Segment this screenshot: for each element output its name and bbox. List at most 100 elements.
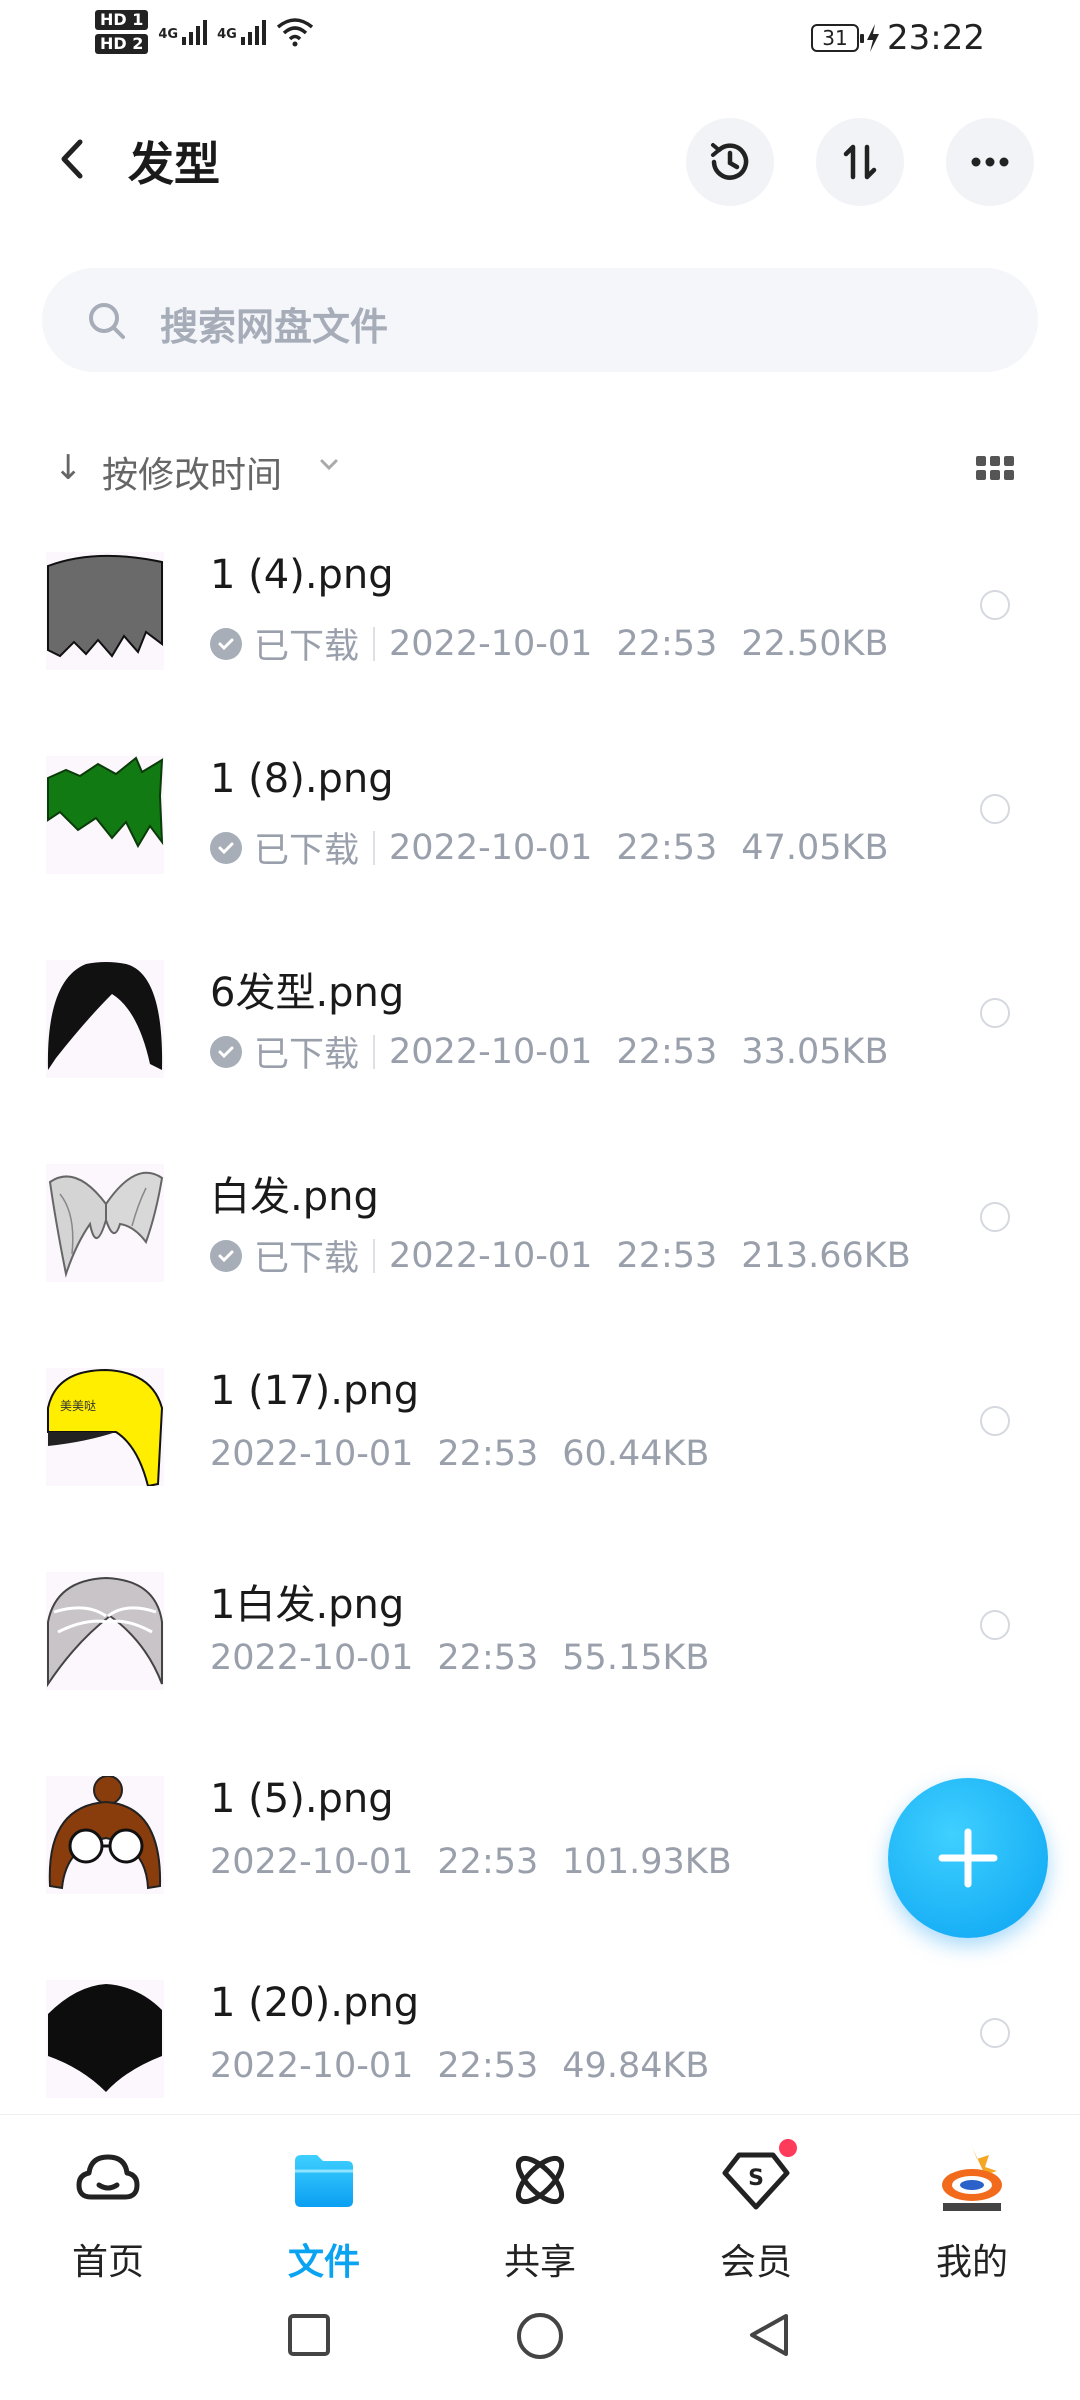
hair-bun-glasses-thumbnail: [46, 1776, 164, 1894]
tab-label: 首页: [71, 2242, 144, 2283]
notification-dot: [779, 2139, 797, 2157]
file-size: 55.15KB: [562, 1638, 710, 1678]
file-meta: 已下载 2022-10-01 22:53 213.66KB: [210, 1230, 911, 1281]
sort-dropdown[interactable]: 按修改时间: [102, 446, 282, 498]
signal-bars-icon: [240, 19, 266, 45]
file-meta: 已下载 2022-10-01 22:53 33.05KB: [210, 1026, 888, 1077]
file-meta: 已下载 2022-10-01 22:53 47.05KB: [210, 822, 888, 873]
sim1-label: HD 1: [95, 10, 149, 30]
system-nav-bar: [0, 2284, 1080, 2400]
file-date: 2022-10-01: [389, 1031, 593, 1072]
select-checkbox[interactable]: [980, 1406, 1010, 1436]
plus-icon: [938, 1828, 998, 1888]
tab-label: 共享: [503, 2242, 576, 2283]
add-button[interactable]: [888, 1778, 1048, 1938]
svg-text:S: S: [748, 2166, 764, 2191]
file-size: 101.93KB: [562, 1842, 732, 1882]
tab-vip[interactable]: S 会员: [676, 2139, 836, 2285]
file-size: 213.66KB: [741, 1235, 911, 1276]
network-type-1: 4G: [158, 27, 179, 42]
file-date: 2022-10-01: [389, 827, 593, 868]
battery-icon: 31: [811, 24, 865, 52]
file-row[interactable]: 6发型.png 已下载 2022-10-01 22:53 33.05KB: [0, 940, 1080, 1144]
recent-apps-icon[interactable]: [284, 2310, 334, 2360]
file-meta: 已下载 2022-10-01 22:53 22.50KB: [210, 618, 888, 669]
file-row[interactable]: 白发.png 已下载 2022-10-01 22:53 213.66KB: [0, 1144, 1080, 1348]
tab-files[interactable]: 文件: [244, 2145, 404, 2285]
check-circle-icon: [210, 831, 242, 864]
status-left: HD 1 HD 2 4G 4G: [95, 10, 314, 54]
file-meta: 2022-10-01 22:53 49.84KB: [210, 2046, 709, 2086]
svg-text:美美哒: 美美哒: [60, 1399, 96, 1413]
tab-home[interactable]: 首页: [28, 2145, 188, 2285]
file-date: 2022-10-01: [389, 1235, 593, 1276]
wifi-icon: [276, 18, 313, 47]
file-name: 1 (8).png: [210, 756, 394, 802]
signal-1: 4G: [158, 19, 208, 45]
file-date: 2022-10-01: [210, 1842, 414, 1882]
file-name: 1 (5).png: [210, 1776, 394, 1822]
download-status: 已下载: [254, 627, 360, 667]
battery-level: 31: [822, 26, 848, 50]
search-bar[interactable]: 搜索网盘文件: [42, 268, 1038, 372]
transfer-button[interactable]: [816, 118, 904, 206]
select-checkbox[interactable]: [980, 1202, 1010, 1232]
hair-yellow-thumbnail: 美美哒: [46, 1368, 164, 1486]
sim-labels: HD 1 HD 2: [95, 10, 149, 54]
file-date: 2022-10-01: [210, 1638, 414, 1678]
file-meta: 2022-10-01 22:53 55.15KB: [210, 1638, 709, 1678]
file-date: 2022-10-01: [210, 2046, 414, 2086]
history-button[interactable]: [686, 118, 774, 206]
home-icon[interactable]: [514, 2310, 566, 2362]
sort-direction-icon[interactable]: ↓: [54, 448, 83, 488]
file-meta: 2022-10-01 22:53 60.44KB: [210, 1434, 709, 1474]
select-checkbox[interactable]: [980, 1610, 1010, 1640]
more-button[interactable]: [946, 118, 1034, 206]
search-placeholder: 搜索网盘文件: [160, 305, 389, 349]
file-size: 60.44KB: [562, 1434, 710, 1474]
file-time: 22:53: [616, 623, 718, 664]
select-checkbox[interactable]: [980, 998, 1010, 1028]
file-row[interactable]: 美美哒 1 (17).png 2022-10-01 22:53 60.44KB: [0, 1348, 1080, 1552]
tab-label: 会员: [719, 2242, 792, 2283]
hair-white-thumbnail: [46, 1164, 164, 1282]
grid-view-icon[interactable]: [976, 456, 1014, 480]
check-circle-icon: [210, 627, 242, 660]
chevron-down-icon[interactable]: [318, 454, 340, 476]
file-row[interactable]: 1 (4).png 已下载 2022-10-01 22:53 22.50KB: [0, 532, 1080, 736]
status-right: 31 23:22: [811, 18, 985, 58]
tab-label: 文件: [287, 2242, 360, 2283]
file-name: 1 (20).png: [210, 1980, 420, 2026]
search-icon: [89, 303, 125, 339]
clock: 23:22: [887, 18, 985, 58]
file-name: 白发.png: [210, 1174, 379, 1220]
sim2-label: HD 2: [95, 34, 149, 54]
tab-share[interactable]: 共享: [460, 2145, 620, 2285]
tab-label: 我的: [935, 2242, 1008, 2283]
select-checkbox[interactable]: [980, 2018, 1010, 2048]
cloud-icon: [73, 2145, 143, 2215]
file-time: 22:53: [437, 1434, 539, 1474]
download-status: 已下载: [254, 1035, 360, 1075]
file-date: 2022-10-01: [389, 623, 593, 664]
download-status: 已下载: [254, 831, 360, 871]
file-row[interactable]: 1 (8).png 已下载 2022-10-01 22:53 47.05KB: [0, 736, 1080, 940]
tab-me[interactable]: 我的: [892, 2145, 1052, 2285]
folder-icon: [289, 2145, 359, 2215]
back-nav-icon[interactable]: [744, 2310, 794, 2360]
select-checkbox[interactable]: [980, 794, 1010, 824]
file-name: 6发型.png: [210, 970, 405, 1016]
file-size: 22.50KB: [741, 623, 889, 664]
check-circle-icon: [210, 1035, 242, 1068]
avatar-icon: [937, 2145, 1007, 2215]
hair-gray-thumbnail: [46, 552, 164, 670]
select-checkbox[interactable]: [980, 590, 1010, 620]
hair-green-thumbnail: [46, 756, 164, 874]
file-time: 22:53: [616, 1235, 718, 1276]
atom-icon: [505, 2145, 575, 2215]
status-bar: HD 1 HD 2 4G 4G 31 23:22: [0, 0, 1080, 80]
download-status: 已下载: [254, 1239, 360, 1279]
file-meta: 2022-10-01 22:53 101.93KB: [210, 1842, 732, 1882]
file-row[interactable]: 1白发.png 2022-10-01 22:53 55.15KB: [0, 1552, 1080, 1756]
back-icon[interactable]: [50, 134, 100, 184]
